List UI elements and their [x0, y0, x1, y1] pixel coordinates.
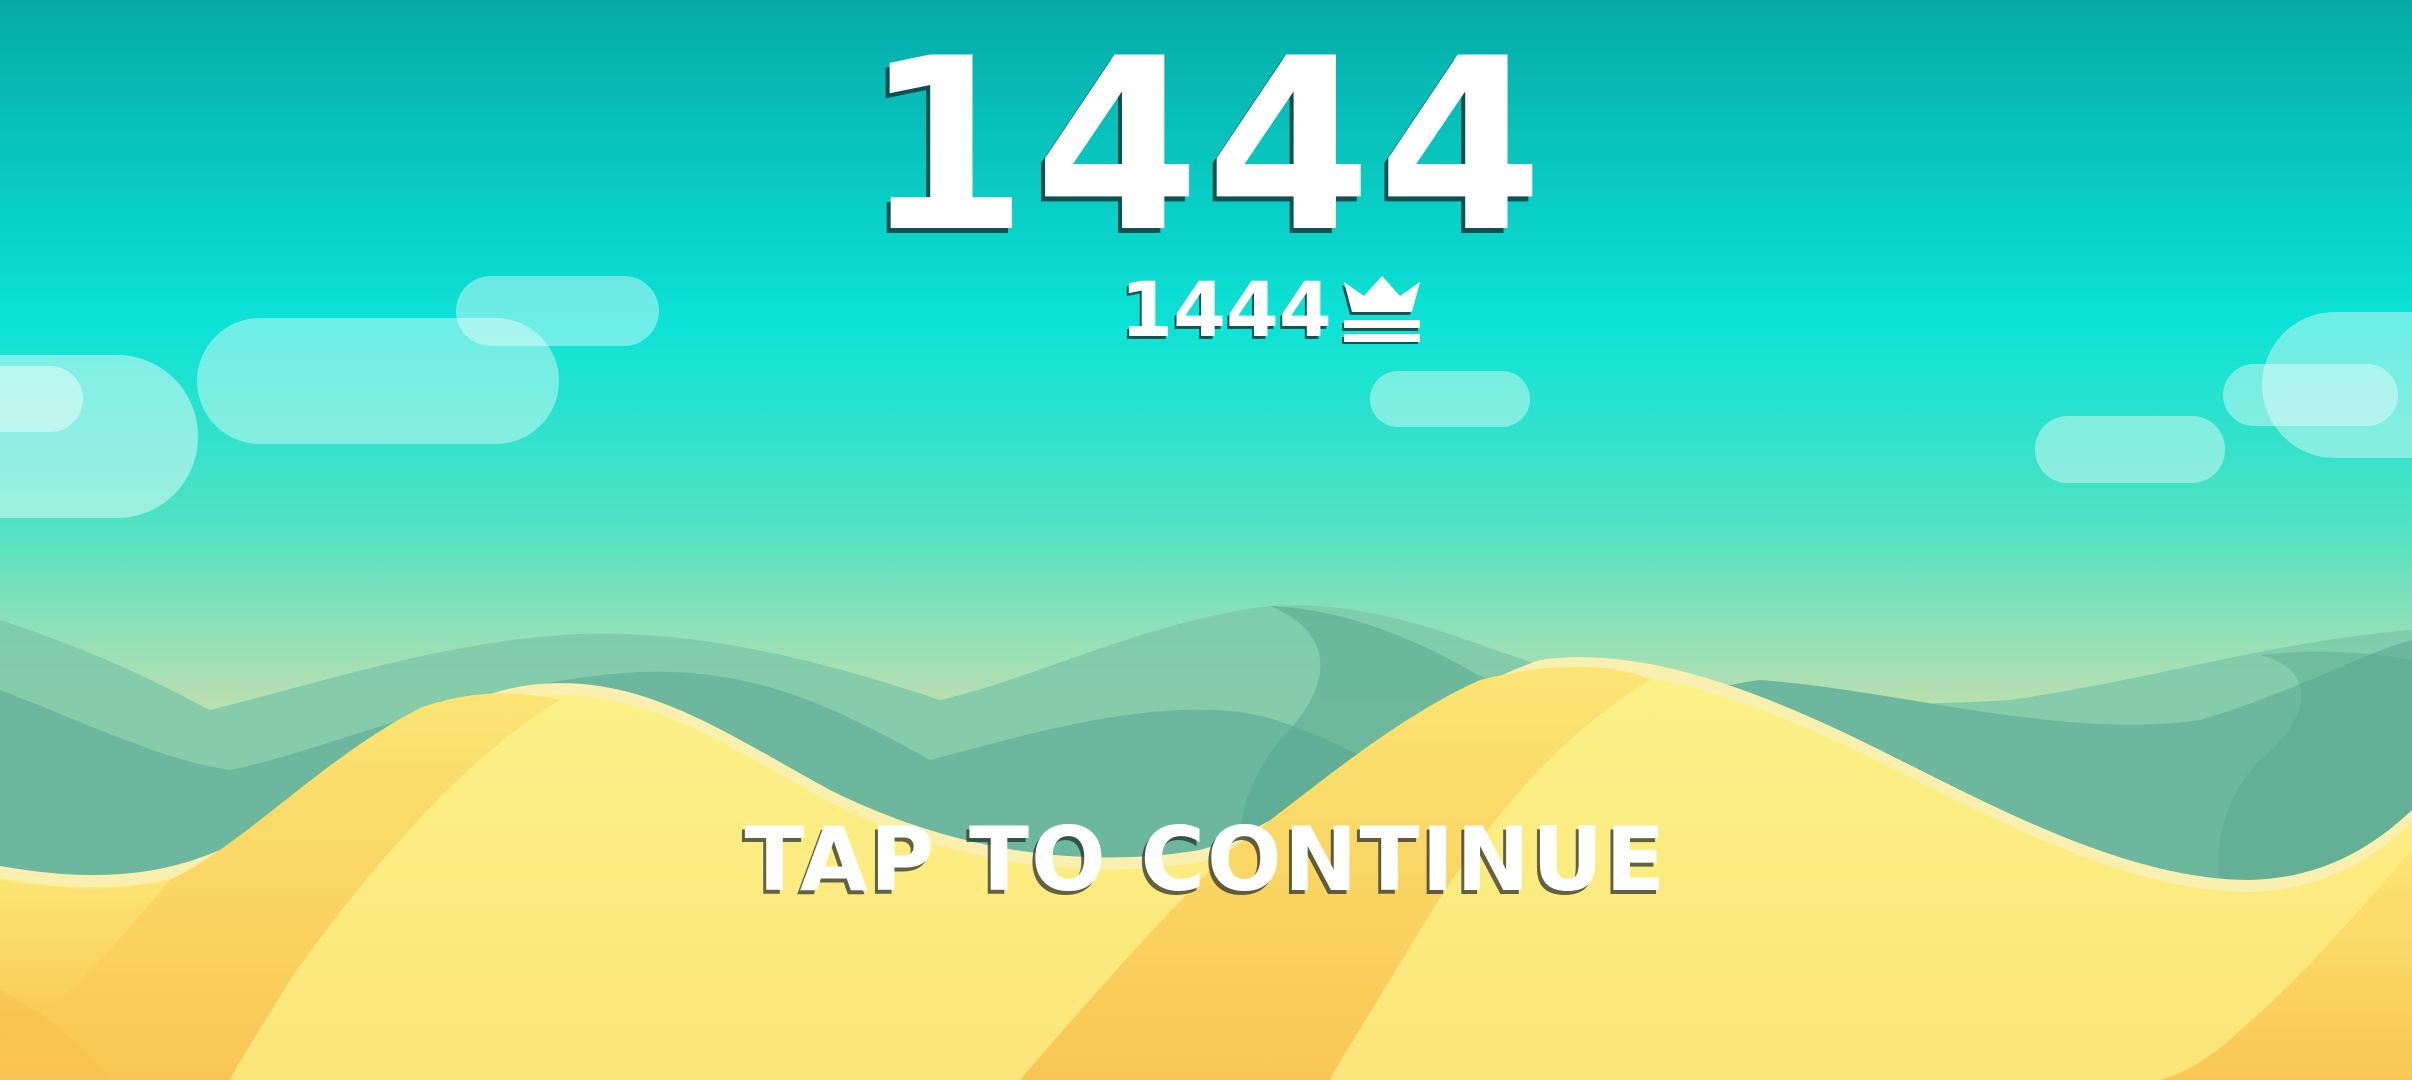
game-stage[interactable]: 1444 1444 TAP TO CONTINUE [0, 0, 2412, 1080]
cloud [2035, 416, 2225, 483]
cloud [0, 366, 83, 432]
current-score: 1444 [862, 8, 1550, 285]
crown-icon [1341, 276, 1420, 344]
tap-to-continue-prompt[interactable]: TAP TO CONTINUE [0, 816, 2412, 904]
best-score-row: 1444 [0, 272, 2412, 348]
cloud [1370, 371, 1530, 427]
best-score: 1444 [1120, 265, 1332, 354]
